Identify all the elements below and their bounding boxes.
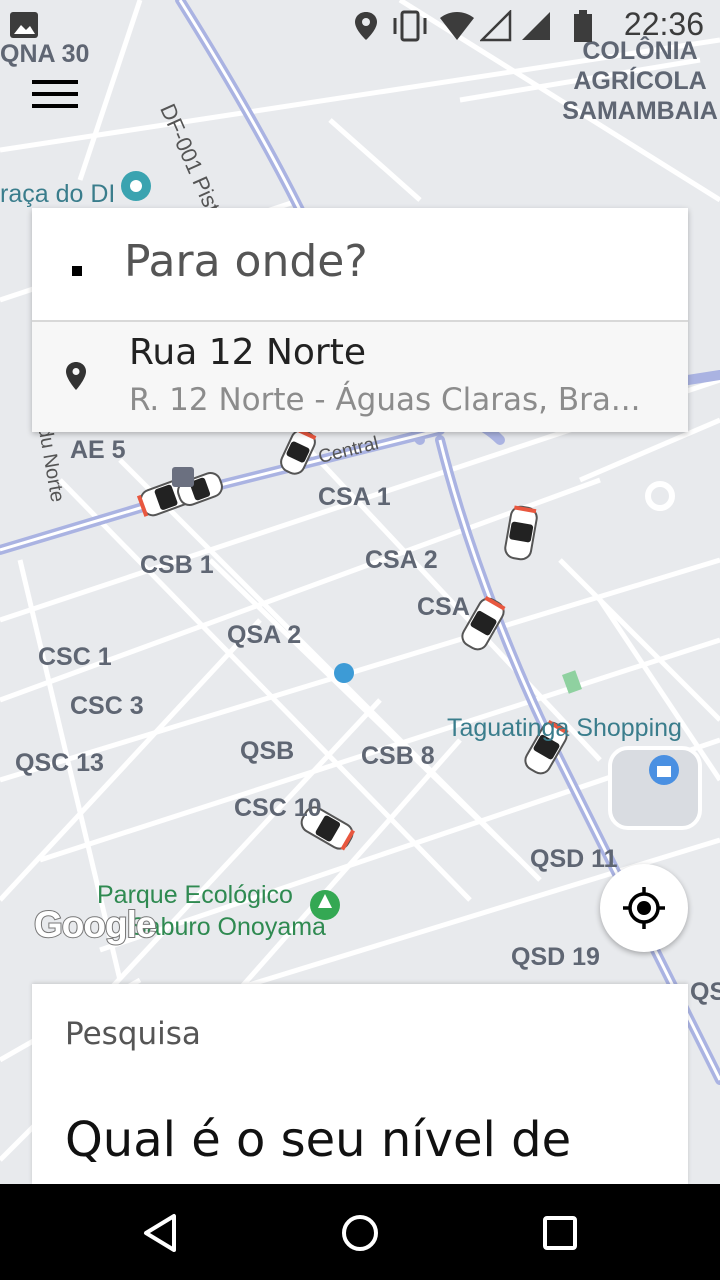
- location-pin-icon: [66, 362, 86, 390]
- survey-label: Pesquisa: [65, 1016, 201, 1052]
- menu-icon-line: [32, 92, 78, 96]
- suggestion-item[interactable]: Rua 12 Norte R. 12 Norte - Águas Claras,…: [32, 322, 688, 432]
- map-label: COLÔNIA AGRÍCOLA SAMAMBAIA: [560, 36, 720, 126]
- signal-empty-icon: [480, 10, 512, 42]
- search-card: Para onde? Rua 12 Norte R. 12 Norte - Ág…: [32, 208, 688, 432]
- map-label: CSC 1: [38, 643, 112, 671]
- car-marker: [280, 427, 317, 475]
- map-label: QSD 11: [530, 845, 618, 873]
- status-time: 22:36: [623, 6, 704, 42]
- destination-square-icon: [72, 266, 82, 276]
- suggestion-title: Rua 12 Norte: [129, 332, 366, 373]
- map-label: CSB 1: [140, 551, 214, 579]
- map-label: QSA 2: [227, 621, 302, 649]
- metro-icon: [172, 467, 194, 487]
- battery-icon: [574, 10, 592, 42]
- status-bar: 22:36: [0, 0, 720, 48]
- suggestion-subtitle: R. 12 Norte - Águas Claras, Bra...: [129, 382, 641, 418]
- menu-icon-line: [32, 80, 78, 84]
- vibrate-icon: [393, 10, 427, 42]
- back-icon[interactable]: [136, 1208, 186, 1258]
- crosshair-icon: [623, 887, 665, 929]
- map-label: CSA 2: [365, 546, 438, 574]
- signal-icon: [522, 12, 550, 40]
- map-label: CSC 10: [234, 794, 322, 822]
- map-label: raça do DI: [0, 180, 116, 208]
- map-label: QSB: [240, 737, 295, 765]
- recents-icon[interactable]: [535, 1208, 585, 1258]
- map-label: CSB 8: [361, 742, 435, 770]
- map-label: Saburo Onoyama: [130, 913, 326, 941]
- survey-question: Qual é o seu nível de: [65, 1112, 572, 1168]
- image-icon: [10, 12, 38, 38]
- map-label: CSA 1: [318, 483, 391, 511]
- map-label: QSC 13: [15, 749, 104, 777]
- map-label: QS: [690, 978, 720, 1006]
- map-label: QSD 19: [511, 943, 600, 971]
- location-icon: [355, 12, 377, 40]
- where-to-placeholder: Para onde?: [124, 236, 368, 287]
- google-logo: Google: [33, 903, 157, 946]
- map-label: AE 5: [70, 436, 126, 464]
- my-location-button[interactable]: [600, 864, 688, 952]
- where-to-input[interactable]: Para onde?: [32, 208, 688, 322]
- menu-button[interactable]: [28, 72, 84, 116]
- map-label: Taguatinga Shopping: [447, 714, 682, 742]
- map-label: CSA: [417, 593, 470, 621]
- map-label-line: SAMAMBAIA: [562, 97, 718, 125]
- user-location-dot: [334, 663, 354, 683]
- menu-icon-line: [32, 104, 78, 108]
- home-icon[interactable]: [335, 1208, 385, 1258]
- map-label-line: AGRÍCOLA: [573, 67, 707, 95]
- navigation-bar: [0, 1184, 720, 1280]
- wifi-icon: [440, 12, 474, 40]
- survey-card[interactable]: Pesquisa Qual é o seu nível de: [32, 984, 688, 1184]
- map-label: CSC 3: [70, 692, 144, 720]
